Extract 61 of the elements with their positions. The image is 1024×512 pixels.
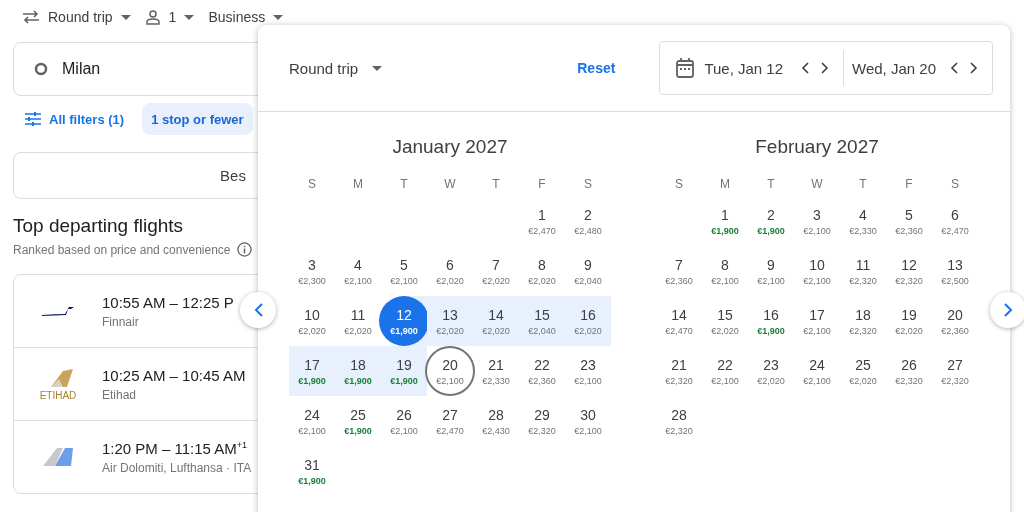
month-title: February 2027 bbox=[754, 136, 880, 159]
passengers-dropdown[interactable]: 1 bbox=[144, 9, 195, 25]
calendar-day[interactable]: 18 €1,900 bbox=[333, 346, 383, 396]
weekday-label: F bbox=[537, 177, 547, 191]
calendar-day[interactable]: 14 €2,020 bbox=[471, 296, 521, 346]
calendar-day[interactable]: 17 €1,900 bbox=[287, 346, 337, 396]
circle-icon bbox=[34, 62, 48, 76]
calendar-day[interactable]: 15 €2,040 bbox=[517, 296, 567, 346]
trip-type-dropdown[interactable]: Round trip bbox=[22, 9, 131, 25]
month-title: January 2027 bbox=[391, 136, 509, 159]
caret-icon bbox=[372, 65, 383, 71]
flight-times: 10:25 AM – 10:45 AM bbox=[102, 366, 246, 384]
weekday-label: T bbox=[766, 177, 776, 191]
all-filters-button[interactable]: All filters (1) bbox=[25, 111, 125, 127]
trip-type-dropdown[interactable]: Round trip bbox=[289, 59, 383, 77]
caret-icon bbox=[120, 14, 131, 20]
filter-sliders-icon bbox=[25, 112, 41, 126]
filter-chip[interactable]: 1 stop or fewer bbox=[142, 103, 253, 135]
caret-icon bbox=[273, 14, 284, 20]
weekday-label: T bbox=[858, 177, 868, 191]
calendar-day[interactable]: 31 €1,900 bbox=[287, 446, 337, 496]
swap-icon bbox=[22, 10, 40, 24]
airline-logo-icon bbox=[41, 446, 75, 468]
sort-tab[interactable]: Bes bbox=[13, 152, 258, 199]
section-subtitle: Ranked based on price and convenience bbox=[13, 242, 231, 257]
calendar-day[interactable]: 12 €1,900 bbox=[379, 296, 429, 346]
weekday-label: T bbox=[399, 177, 409, 191]
airline-name: Etihad bbox=[102, 387, 138, 402]
weekday-label: S bbox=[950, 177, 960, 191]
chevron-right-icon bbox=[1003, 303, 1013, 317]
calendar-day[interactable]: 16 €2,020 bbox=[563, 296, 613, 346]
weekday-label: T bbox=[491, 177, 501, 191]
airline-logo-icon bbox=[41, 305, 75, 317]
weekday-label: M bbox=[719, 177, 731, 191]
reset-button[interactable]: Reset bbox=[571, 59, 622, 77]
chevron-left-icon bbox=[253, 303, 263, 317]
next-month-button[interactable] bbox=[990, 292, 1024, 328]
info-icon[interactable] bbox=[236, 242, 252, 257]
weekday-label: M bbox=[352, 177, 364, 191]
calendar-day[interactable]: 28 €2,320 bbox=[654, 396, 704, 446]
calendar-day[interactable]: 13 €2,020 bbox=[425, 296, 475, 346]
weekday-label: S bbox=[307, 177, 317, 191]
person-icon bbox=[144, 9, 161, 25]
weekday-label: S bbox=[674, 177, 684, 191]
previous-month-button[interactable] bbox=[240, 292, 276, 328]
calendar-icon bbox=[676, 58, 695, 78]
weekday-label: W bbox=[443, 177, 457, 191]
return-date-field[interactable]: Wed, Jan 20 bbox=[852, 59, 936, 77]
cabin-class-dropdown[interactable]: Business bbox=[208, 9, 284, 25]
calendar-day[interactable]: 20 €2,100 bbox=[425, 346, 475, 396]
weekday-label: W bbox=[810, 177, 824, 191]
flight-times: 1:20 PM – 11:15 AM$^{+1}$ bbox=[102, 439, 249, 457]
airline-name: Finnair bbox=[102, 314, 140, 329]
airline-name: Air Dolomiti, Lufthansa · ITA bbox=[102, 460, 252, 475]
flight-times: 10:55 AM – 12:25 P bbox=[102, 293, 234, 311]
weekday-label: S bbox=[583, 177, 593, 191]
weekday-label: F bbox=[904, 177, 914, 191]
caret-icon bbox=[184, 14, 195, 20]
calendar-day[interactable]: 19 €1,900 bbox=[379, 346, 429, 396]
departure-date-field[interactable]: Tue, Jan 12 bbox=[676, 58, 784, 78]
section-title: Top departing flights bbox=[13, 215, 185, 237]
